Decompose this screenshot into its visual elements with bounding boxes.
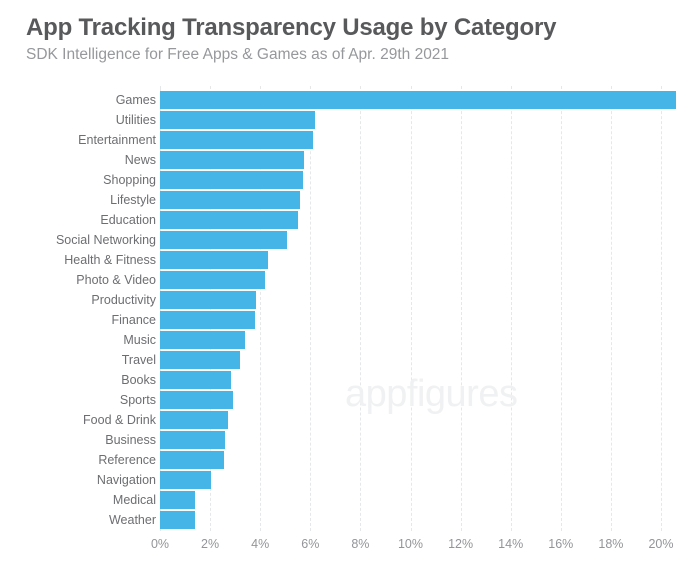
category-label: Reference [98,453,156,467]
category-label: Health & Fitness [64,253,156,267]
category-label: Games [115,93,156,107]
x-axis-tick-label: 4% [251,537,270,551]
category-label: Entertainment [78,133,156,147]
bar-row[interactable]: Food & Drink [0,410,700,430]
bar[interactable] [160,91,677,109]
bar[interactable] [160,271,266,289]
bar[interactable] [160,311,256,329]
x-axis-tick-label: 2% [201,537,220,551]
x-axis: 0% 2% 4% 6% 8% 10% 12% 14% 16% 18% 20% [0,531,700,563]
chart-bars: Games Utilities Entertainment News Shopping L… [0,86,700,531]
bar-row[interactable]: Reference [0,450,700,470]
bar-row[interactable]: Lifestyle [0,190,700,210]
x-axis-tick-label: 18% [598,537,624,551]
category-label: Weather [108,513,156,527]
x-axis-tick-label: 8% [351,537,370,551]
bar[interactable] [160,111,316,129]
bar-row[interactable]: Social Networking [0,230,700,250]
bar-row[interactable]: Entertainment [0,130,700,150]
x-axis-tick-label: 6% [301,537,320,551]
category-label: Navigation [96,473,156,487]
bar-row[interactable]: Shopping [0,170,700,190]
bar[interactable] [160,251,268,269]
x-axis-tick-label: 20% [648,537,674,551]
bar[interactable] [160,371,232,389]
bar[interactable] [160,151,305,169]
x-axis-tick-label: 14% [498,537,524,551]
category-label: Productivity [91,293,156,307]
bar-row[interactable]: Navigation [0,470,700,490]
bar-row[interactable]: Travel [0,350,700,370]
bar[interactable] [160,231,287,249]
category-label: Education [100,213,156,227]
bar-row[interactable]: Photo & Video [0,270,700,290]
category-label: Medical [112,493,156,507]
bar-row[interactable]: Business [0,430,700,450]
bar-row[interactable]: Education [0,210,700,230]
bar-row[interactable]: Productivity [0,290,700,310]
bar-row[interactable]: News [0,150,700,170]
bar-row[interactable]: Finance [0,310,700,330]
chart-subtitle: SDK Intelligence for Free Apps & Games a… [26,46,450,63]
bar[interactable] [160,391,233,409]
bar[interactable] [160,471,212,489]
page-title: App Tracking Transparency Usage by Categ… [26,14,557,41]
category-label: Food & Drink [83,413,156,427]
x-axis-tick-label: 0% [150,537,170,551]
category-label: Business [105,433,156,447]
chart-header: App Tracking Transparency Usage by Categ… [0,0,700,65]
category-label: Lifestyle [110,193,156,207]
bar[interactable] [160,331,246,349]
bar-row[interactable]: Books [0,370,700,390]
x-axis-tick-label: 10% [397,537,424,551]
bar[interactable] [160,491,196,509]
bar[interactable] [160,211,298,229]
bar[interactable] [160,451,224,469]
category-label: Social Networking [55,233,156,247]
category-label: Photo & Video [76,273,156,287]
bar[interactable] [160,191,301,209]
bar[interactable] [160,351,241,369]
category-label: Travel [121,353,156,367]
bar-row[interactable]: Weather [0,510,700,530]
bar-row[interactable]: Health & Fitness [0,250,700,270]
category-label: Shopping [103,173,156,187]
category-label: News [124,153,156,167]
bar[interactable] [160,171,303,189]
bar-row[interactable]: Games [0,90,700,110]
bar-row[interactable]: Medical [0,490,700,510]
x-axis-tick-label: 16% [548,537,574,551]
bar[interactable] [160,291,257,309]
category-label: Books [121,373,156,387]
bar-row[interactable]: Sports [0,390,700,410]
bar[interactable] [160,431,226,449]
bar[interactable] [160,131,313,149]
category-label: Sports [119,393,156,407]
bar-row[interactable]: Utilities [0,110,700,130]
x-axis-tick-label: 12% [448,537,474,551]
bar[interactable] [160,511,196,529]
category-label: Music [123,333,156,347]
bar[interactable] [160,411,228,429]
category-label: Finance [111,313,156,327]
chart-plot-area: appfigures Games Utilities Entertainment Ne… [0,86,700,563]
category-label: Utilities [115,113,156,127]
bar-row[interactable]: Music [0,330,700,350]
